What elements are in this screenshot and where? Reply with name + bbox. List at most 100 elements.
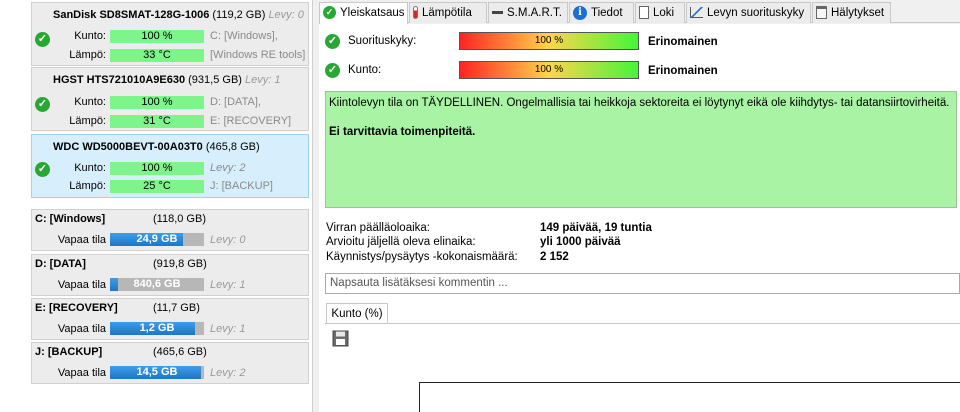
- ok-check-icon: ✓: [325, 63, 340, 78]
- disk-item-0[interactable]: SanDisk SD8SMAT-128G-1006 (119,2 GB) Lev…: [31, 2, 309, 66]
- disk-number: Levy: 2: [210, 367, 246, 379]
- disk-capacity: (465,8 GB): [205, 141, 260, 153]
- ok-check-icon: ✓: [325, 34, 340, 49]
- start-stop-count-value: 2 152: [540, 251, 569, 263]
- disk-name: WDC WD5000BEVT-00A03T0: [53, 141, 203, 153]
- remaining-lifetime-label: Arvioitu jäljellä oleva elinaika:: [326, 236, 476, 248]
- tab-disk-performance[interactable]: Levyn suorituskyky: [686, 2, 811, 23]
- volume-name: D: [DATA]: [35, 258, 86, 270]
- volume-list-text: [Windows RE tools]: [210, 49, 306, 61]
- status-message: Kiintolevyn tila on TÄYDELLINEN. Ongelma…: [329, 97, 950, 109]
- disk-list-pane: SanDisk SD8SMAT-128G-1006 (119,2 GB) Lev…: [0, 0, 313, 412]
- health-label: Kunto:: [74, 96, 106, 108]
- disk-item-1[interactable]: HGST HTS721010A9E630 (931,5 GB) Levy: 1 …: [31, 67, 309, 131]
- disk-number: Levy: 0: [268, 9, 304, 21]
- power-on-time-label: Virran päälläoloaika:: [326, 222, 430, 234]
- info-icon: i: [573, 5, 587, 20]
- tab-label: Loki: [653, 7, 675, 19]
- volume-list-text: J: [BACKUP]: [210, 180, 273, 192]
- volume-item-c[interactable]: C: [Windows] (118,0 GB) Vapaa tila 24,9 …: [31, 209, 309, 251]
- free-space-value: 24,9 GB: [136, 233, 178, 245]
- disk-number: Levy: 1: [210, 279, 246, 291]
- free-space-label: Vapaa tila: [57, 367, 106, 379]
- disk-number: Levy: 0: [210, 234, 246, 246]
- health-bar: 100 %: [110, 30, 204, 43]
- free-space-value: 1,2 GB: [139, 322, 175, 334]
- details-pane: ✓ Yleiskatsaus Lämpötila S.M.A.R.T. i Tied…: [319, 0, 960, 412]
- health-label: Kunto:: [74, 30, 106, 42]
- health-label: Kunto:: [74, 162, 106, 174]
- check-icon: ✓: [323, 6, 336, 20]
- free-space-label: Vapaa tila: [57, 323, 106, 335]
- disk-capacity: (931,5 GB): [188, 74, 242, 86]
- start-stop-count-label: Käynnistys/pysäytys -kokonaismäärä:: [326, 251, 518, 263]
- tab-info[interactable]: i Tiedot: [569, 2, 634, 23]
- free-space-bar: 840,6 GB: [110, 278, 204, 291]
- tab-smart[interactable]: S.M.A.R.T.: [488, 2, 568, 23]
- disk-number: Levy: 1: [245, 74, 281, 86]
- tab-alerts[interactable]: Hälytykset: [812, 2, 891, 23]
- free-space-bar: 14,5 GB: [110, 366, 204, 379]
- health-bar: 100 %: [110, 162, 204, 175]
- health-bar: 100 %: [459, 61, 639, 79]
- volume-name: J: [BACKUP]: [35, 346, 103, 358]
- free-space-bar: 24,9 GB: [110, 233, 204, 246]
- tab-log[interactable]: Loki: [635, 2, 685, 23]
- free-space-value: 840,6 GB: [133, 278, 181, 290]
- volume-capacity: (118,0 GB): [153, 213, 206, 225]
- volume-item-d[interactable]: D: [DATA] (919,8 GB) Vapaa tila 840,6 GB…: [31, 254, 309, 296]
- temperature-label: Lämpö:: [69, 180, 106, 192]
- tab-label: Hälytykset: [831, 7, 885, 19]
- free-space-value: 14,5 GB: [136, 366, 178, 378]
- minus-icon: [492, 11, 503, 15]
- clipboard-icon: [816, 6, 827, 20]
- chart-icon: [690, 7, 703, 19]
- tab-health-chart[interactable]: Kunto (%): [326, 303, 388, 324]
- performance-result: Erinomainen: [648, 36, 718, 48]
- volume-list-text: E: [RECOVERY]: [210, 115, 292, 127]
- volume-name: E: [RECOVERY]: [35, 302, 118, 314]
- volume-capacity: (465,6 GB): [153, 346, 207, 358]
- tab-overview[interactable]: ✓ Yleiskatsaus: [319, 2, 408, 24]
- status-summary-box: Kiintolevyn tila on TÄYDELLINEN. Ongelma…: [325, 91, 957, 208]
- comment-input[interactable]: Napsauta lisätäksesi kommentin ...: [325, 273, 960, 294]
- tab-label: S.M.A.R.T.: [507, 7, 562, 19]
- volume-list-text: C: [Windows],: [210, 30, 278, 42]
- save-icon[interactable]: [332, 330, 349, 347]
- disk-capacity: (119,2 GB): [212, 9, 266, 21]
- volume-capacity: (919,8 GB): [153, 258, 207, 270]
- health-bar: 100 %: [110, 96, 204, 109]
- temperature-bar: 25 °C: [110, 180, 204, 193]
- disk-number: Levy: 2: [210, 162, 246, 174]
- disk-item-2[interactable]: WDC WD5000BEVT-00A03T0 (465,8 GB) ✓ Kunt…: [31, 134, 309, 198]
- volume-name: C: [Windows]: [35, 213, 106, 225]
- temperature-bar: 31 °C: [110, 115, 204, 128]
- tab-label: Tiedot: [591, 7, 623, 19]
- volume-capacity: (11,7 GB): [153, 302, 200, 314]
- document-icon: [639, 6, 649, 20]
- remaining-lifetime-value: yli 1000 päivää: [540, 236, 621, 248]
- power-on-time-value: 149 päivää, 19 tuntia: [540, 222, 652, 234]
- performance-label: Suorituskyky:: [348, 35, 417, 47]
- performance-bar: 100 %: [459, 32, 639, 50]
- tab-label: Levyn suorituskyky: [707, 7, 805, 19]
- disk-number: Levy: 1: [210, 323, 246, 335]
- disk-name: SanDisk SD8SMAT-128G-1006: [53, 9, 210, 21]
- temperature-label: Lämpö:: [69, 115, 106, 127]
- tab-temperature[interactable]: Lämpötila: [409, 2, 487, 23]
- health-chart-area: [325, 323, 960, 412]
- disk-name: HGST HTS721010A9E630: [53, 74, 186, 86]
- tab-bar: ✓ Yleiskatsaus Lämpötila S.M.A.R.T. i Tied…: [319, 2, 960, 24]
- free-space-label: Vapaa tila: [57, 279, 106, 291]
- volume-list-text: D: [DATA],: [210, 96, 261, 108]
- temperature-bar: 33 °C: [110, 49, 204, 62]
- free-space-bar: 1,2 GB: [110, 322, 204, 335]
- free-space-label: Vapaa tila: [57, 234, 106, 246]
- action-message: Ei tarvittavia toimenpiteitä.: [329, 126, 476, 138]
- volume-item-e[interactable]: E: [RECOVERY] (11,7 GB) Vapaa tila 1,2 G…: [31, 298, 309, 340]
- temperature-label: Lämpö:: [69, 49, 106, 61]
- thermometer-icon: [413, 6, 418, 20]
- volume-item-j[interactable]: J: [BACKUP] (465,6 GB) Vapaa tila 14,5 G…: [31, 342, 309, 384]
- overview-panel: ✓ Suorituskyky: 100 % Erinomainen ✓ Kunt…: [319, 24, 960, 412]
- health-chart-frame: [419, 382, 960, 412]
